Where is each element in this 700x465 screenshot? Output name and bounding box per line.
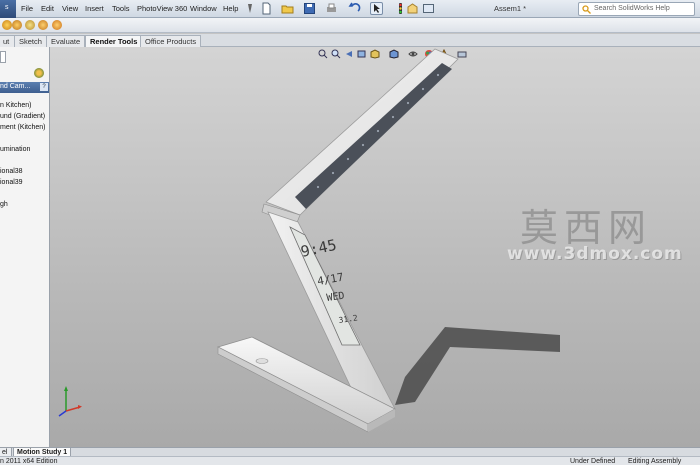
solidworks-logo[interactable]: s [0,0,16,18]
help-search-box[interactable]: Search SolidWorks Help [578,2,695,16]
render-preview-icon[interactable] [38,20,48,30]
lamp-shadow [395,327,560,405]
graphics-viewport[interactable]: 9:45 4/17 WED 31.2 莫西网 www.3dmox.com [50,47,700,447]
menu-view[interactable]: View [62,4,78,13]
touch-button [255,358,269,364]
final-render-icon[interactable] [52,20,62,30]
menu-edit[interactable]: Edit [41,4,54,13]
scene-item[interactable]: n Kitchen) [0,102,32,109]
help-icon[interactable]: ? [40,83,48,91]
secondary-toolbar [0,18,700,33]
definition-status: Under Defined [570,458,616,465]
display-manager-icon[interactable] [34,68,44,78]
edition-label: n 2011 x64 Edition [0,458,58,465]
scene-item[interactable]: ment (Kitchen) [0,124,46,131]
logo-glyph: s [5,4,9,11]
bottom-tabs: el Motion Study 1 [0,447,700,457]
appearance-icon[interactable] [2,20,12,30]
menu-photoview[interactable]: PhotoView 360 [137,4,187,13]
scene-icon[interactable] [12,20,22,30]
tab-evaluate[interactable]: Evaluate [46,35,86,47]
tab-office-products[interactable]: Office Products [140,35,202,47]
scene-item[interactable]: und (Gradient) [0,113,45,120]
print-icon[interactable] [325,2,338,15]
edit-mode-status: Editing Assembly [628,458,682,465]
feature-manager-panel: nd Cam... ? n Kitchen) und (Gradient) me… [0,47,50,447]
command-manager-tabs: ut Sketch Evaluate Render Tools Office P… [0,34,700,47]
search-icon [582,5,591,14]
menu-tools[interactable]: Tools [112,4,130,13]
decal-icon[interactable] [25,20,35,30]
tab-sketch[interactable]: Sketch [14,35,47,47]
select-icon[interactable] [370,2,383,15]
scene-item[interactable]: ional39 [0,179,23,186]
undo-icon[interactable] [348,2,361,15]
scene-item[interactable]: ional38 [0,168,23,175]
help-search-placeholder: Search SolidWorks Help [594,5,670,12]
new-document-icon[interactable] [260,2,273,15]
menu-window[interactable]: Window [190,4,217,13]
watermark-url: www.3dmox.com [507,244,683,264]
menu-insert[interactable]: Insert [85,4,104,13]
panel-tab[interactable] [0,51,6,63]
scene-item[interactable]: gh [0,201,8,208]
panel-header[interactable]: nd Cam... ? [0,82,49,93]
pin-icon[interactable] [245,2,255,15]
lamp-shade-frame [265,48,459,216]
menu-file[interactable]: File [21,4,33,13]
lamp-day: WED [326,291,345,304]
coordinate-triad-icon [58,386,82,417]
file-properties-icon[interactable] [406,2,419,15]
scene-item[interactable]: umination [0,146,30,153]
panel-header-label: nd Cam... [0,83,31,90]
open-folder-icon[interactable] [281,2,294,15]
status-bar: n 2011 x64 Edition Under Defined Editing… [0,456,700,465]
tab-render-tools[interactable]: Render Tools [85,35,143,47]
menu-bar: s File Edit View Insert Tools PhotoView … [0,0,700,18]
document-title: Assem1 * [494,4,527,13]
save-icon[interactable] [303,2,316,15]
lamp-temp: 31.2 [338,313,359,325]
options-icon[interactable] [422,2,435,15]
menu-help[interactable]: Help [223,4,238,13]
